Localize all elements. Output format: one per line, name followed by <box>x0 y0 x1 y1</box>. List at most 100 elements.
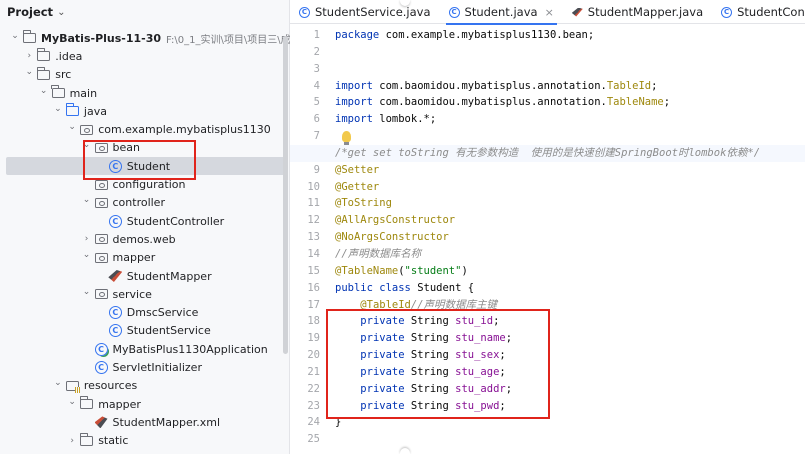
cursor-marker <box>400 448 410 454</box>
tree-item[interactable]: ›StudentMapper.xml <box>0 413 285 431</box>
code-token: stu_sex <box>455 349 500 362</box>
chevron-down-icon[interactable]: ⌄ <box>65 397 79 407</box>
code-line[interactable]: @ToString <box>335 195 805 212</box>
close-icon[interactable]: × <box>545 6 554 19</box>
code-line[interactable]: @TableName("student") <box>335 263 805 280</box>
project-scrollbar[interactable] <box>283 36 288 354</box>
intention-bulb-icon[interactable] <box>342 130 351 145</box>
chevron-down-icon[interactable]: ⌄ <box>80 287 94 297</box>
code-line[interactable]: private String stu_name; <box>335 330 805 347</box>
code-line[interactable] <box>335 61 805 78</box>
chevron-down-icon[interactable]: ⌄ <box>37 86 51 96</box>
code-token: import <box>335 79 380 92</box>
code-line[interactable] <box>335 431 805 448</box>
tree-item-label: java <box>83 104 107 118</box>
editor-tab[interactable]: StudentMapper.java <box>563 0 712 24</box>
chevron-down-icon[interactable]: ⌄ <box>22 67 36 77</box>
code-line[interactable]: private String stu_sex; <box>335 347 805 364</box>
editor-tab[interactable]: C StudentController <box>712 0 805 24</box>
tree-item[interactable]: ›CDmscService <box>0 303 285 321</box>
project-tool-window: Project ⌄ ⌄ MyBatis-Plus-11-30 F:\0_1_实训\项… <box>0 0 314 454</box>
line-number: 6 <box>313 113 320 126</box>
tree-item[interactable]: ›configuration <box>0 175 285 193</box>
tree-item[interactable]: ›CMyBatisPlus1130Application <box>0 340 285 358</box>
chevron-right-icon[interactable]: › <box>65 436 79 446</box>
code-token: stu_name <box>455 332 506 345</box>
code-line[interactable]: @TableId//声明数据库主键 <box>335 297 805 314</box>
code-line[interactable]: /*get set toString 有无参数构造 使用的是快速创建Spring… <box>290 144 805 162</box>
tree-item-label: .idea <box>55 49 83 63</box>
code-line[interactable]: private String stu_id; <box>335 313 805 330</box>
tree-item[interactable]: ⌄ main <box>0 84 285 102</box>
code-line[interactable]: import lombok.*; <box>335 111 805 128</box>
tree-item[interactable]: ⌄ resources <box>0 377 285 395</box>
code-line[interactable]: public class Student { <box>335 280 805 297</box>
code-token: import <box>335 113 380 126</box>
code-line[interactable]: @Setter <box>335 162 805 179</box>
tree-item[interactable]: ⌄ controller <box>0 194 285 212</box>
code-token: TableName <box>606 96 664 109</box>
chevron-down-icon[interactable]: ⌄ <box>80 250 94 260</box>
project-title: Project <box>7 5 54 19</box>
code-line[interactable]: private String stu_age; <box>335 364 805 381</box>
chevron-down-icon[interactable]: ⌄ <box>57 7 65 18</box>
tree-item[interactable]: › demos.web <box>0 230 285 248</box>
editor-tab[interactable]: C Student.java × <box>440 0 563 25</box>
chevron-right-icon[interactable]: › <box>80 234 94 244</box>
tree-item[interactable]: ›CStudent <box>6 157 285 176</box>
package-icon <box>94 287 109 301</box>
tree-item[interactable]: ⌄ mapper <box>0 249 285 267</box>
tree-item[interactable]: ›CStudentController <box>0 212 285 230</box>
code-area[interactable]: package com.example.mybatisplus1130.bean… <box>290 27 805 448</box>
code-line[interactable]: @AllArgsConstructor <box>335 212 805 229</box>
tree-item-label: com.example.mybatisplus1130 <box>98 123 271 137</box>
source-folder-icon <box>65 103 80 118</box>
code-line[interactable]: private String stu_addr; <box>335 381 805 398</box>
code-token: private <box>360 349 411 362</box>
editor-tab-label: StudentController <box>737 5 805 19</box>
code-line[interactable]: @NoArgsConstructor <box>335 229 805 246</box>
project-header[interactable]: Project ⌄ <box>0 0 290 24</box>
code-token: String <box>410 315 456 328</box>
tree-item-label: src <box>55 68 72 82</box>
code-line[interactable] <box>335 128 805 145</box>
tree-item[interactable]: ›StudentMapper <box>0 267 285 285</box>
tree-item[interactable]: ⌄ mapper <box>0 395 285 413</box>
tree-item[interactable]: ›CStudentService <box>0 322 285 340</box>
code-line[interactable]: @Getter <box>335 179 805 196</box>
tree-item[interactable]: › static <box>0 432 285 450</box>
chevron-down-icon[interactable]: ⌄ <box>51 378 65 388</box>
editor-tab[interactable]: C StudentService.java <box>290 0 440 24</box>
code-line[interactable]: //声明数据库名称 <box>335 246 805 263</box>
chevron-right-icon[interactable]: › <box>22 51 36 61</box>
code-line[interactable]: package com.example.mybatisplus1130.bean… <box>335 27 805 44</box>
chevron-down-icon[interactable]: ⌄ <box>80 195 94 205</box>
chevron-down-icon[interactable]: ⌄ <box>65 122 79 132</box>
tree-item[interactable]: ⌄ bean <box>0 139 285 157</box>
tree-item[interactable]: ⌄ service <box>0 285 285 303</box>
code-token: stu_addr <box>455 382 506 395</box>
line-number: 13 <box>307 231 320 244</box>
tree-item[interactable]: ›CServletInitializer <box>0 358 285 376</box>
line-number-gutter: 1234567891011121314151617181920212223242… <box>290 27 330 448</box>
line-number: 17 <box>307 298 320 311</box>
code-line[interactable]: import com.baomidou.mybatisplus.annotati… <box>335 94 805 111</box>
code-line[interactable]: private String stu_pwd; <box>335 398 805 415</box>
package-icon <box>94 196 109 210</box>
tree-item[interactable]: › .idea <box>0 47 285 65</box>
chevron-down-icon[interactable]: ⌄ <box>51 104 65 114</box>
code-line[interactable]: } <box>335 414 805 431</box>
code-line[interactable]: import com.baomidou.mybatisplus.annotati… <box>335 78 805 95</box>
tree-item[interactable]: ⌄ java <box>0 102 285 120</box>
code-line[interactable] <box>335 44 805 61</box>
chevron-down-icon[interactable]: ⌄ <box>80 140 94 150</box>
tree-item[interactable]: ⌄ MyBatis-Plus-11-30 F:\0_1_实训\项目\项目三\成品包\ <box>0 29 314 47</box>
code-token: import <box>335 96 380 109</box>
tree-item[interactable]: ⌄ com.example.mybatisplus1130 <box>0 120 285 138</box>
mybatis-xml-icon <box>94 415 109 429</box>
chevron-down-icon[interactable]: ⌄ <box>8 31 22 41</box>
tree-item[interactable]: ⌄ src <box>0 66 285 84</box>
